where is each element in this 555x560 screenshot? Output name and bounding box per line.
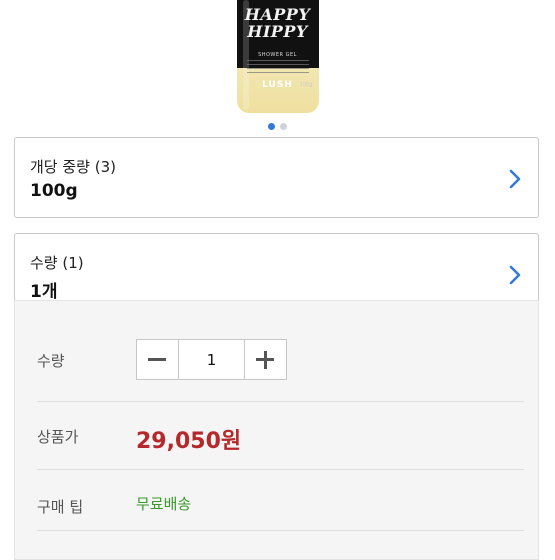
chevron-right-icon (509, 265, 521, 285)
price-value: 29,050원 (136, 429, 242, 454)
quantity-input[interactable]: 1 (179, 340, 244, 379)
option-quantity-label: 수량 (1) (30, 254, 84, 272)
shower-gel-bottle: HAPPY HIPPY SHOWER GEL LUSH 100g (236, 0, 319, 115)
tip-label: 구매 팁 (37, 498, 84, 516)
bottle-subtitle: SHOWER GEL (258, 52, 297, 58)
carousel-dot-2[interactable] (280, 123, 287, 130)
minus-icon (148, 358, 166, 361)
row-divider (37, 469, 524, 470)
chevron-right-icon (509, 169, 521, 189)
increase-quantity-button[interactable] (244, 340, 286, 379)
bottle-title: HAPPY HIPPY (244, 5, 311, 41)
carousel-dots (0, 123, 555, 130)
bottle-fine-print (246, 60, 309, 76)
order-detail-panel: 수량 1 상품가 29,050원 구매 팁 무료배송 (14, 300, 539, 560)
price-label: 상품가 (37, 428, 79, 446)
tip-value: 무료배송 (136, 495, 192, 513)
option-weight-selector[interactable]: 개당 중량 (3) 100g (14, 137, 539, 218)
row-divider (37, 530, 524, 531)
plus-icon-vertical (263, 350, 267, 369)
row-divider (37, 401, 524, 402)
carousel-dot-1[interactable] (268, 123, 275, 130)
option-weight-value: 100g (30, 181, 78, 201)
bottle-weight: 100g (299, 82, 313, 88)
option-quantity-value: 1개 (30, 282, 58, 302)
quantity-label: 수량 (37, 352, 65, 370)
decrease-quantity-button[interactable] (137, 340, 179, 379)
quantity-stepper[interactable]: 1 (136, 339, 287, 380)
product-image[interactable]: HAPPY HIPPY SHOWER GEL LUSH 100g (0, 0, 555, 115)
option-weight-label: 개당 중량 (3) (30, 158, 116, 176)
